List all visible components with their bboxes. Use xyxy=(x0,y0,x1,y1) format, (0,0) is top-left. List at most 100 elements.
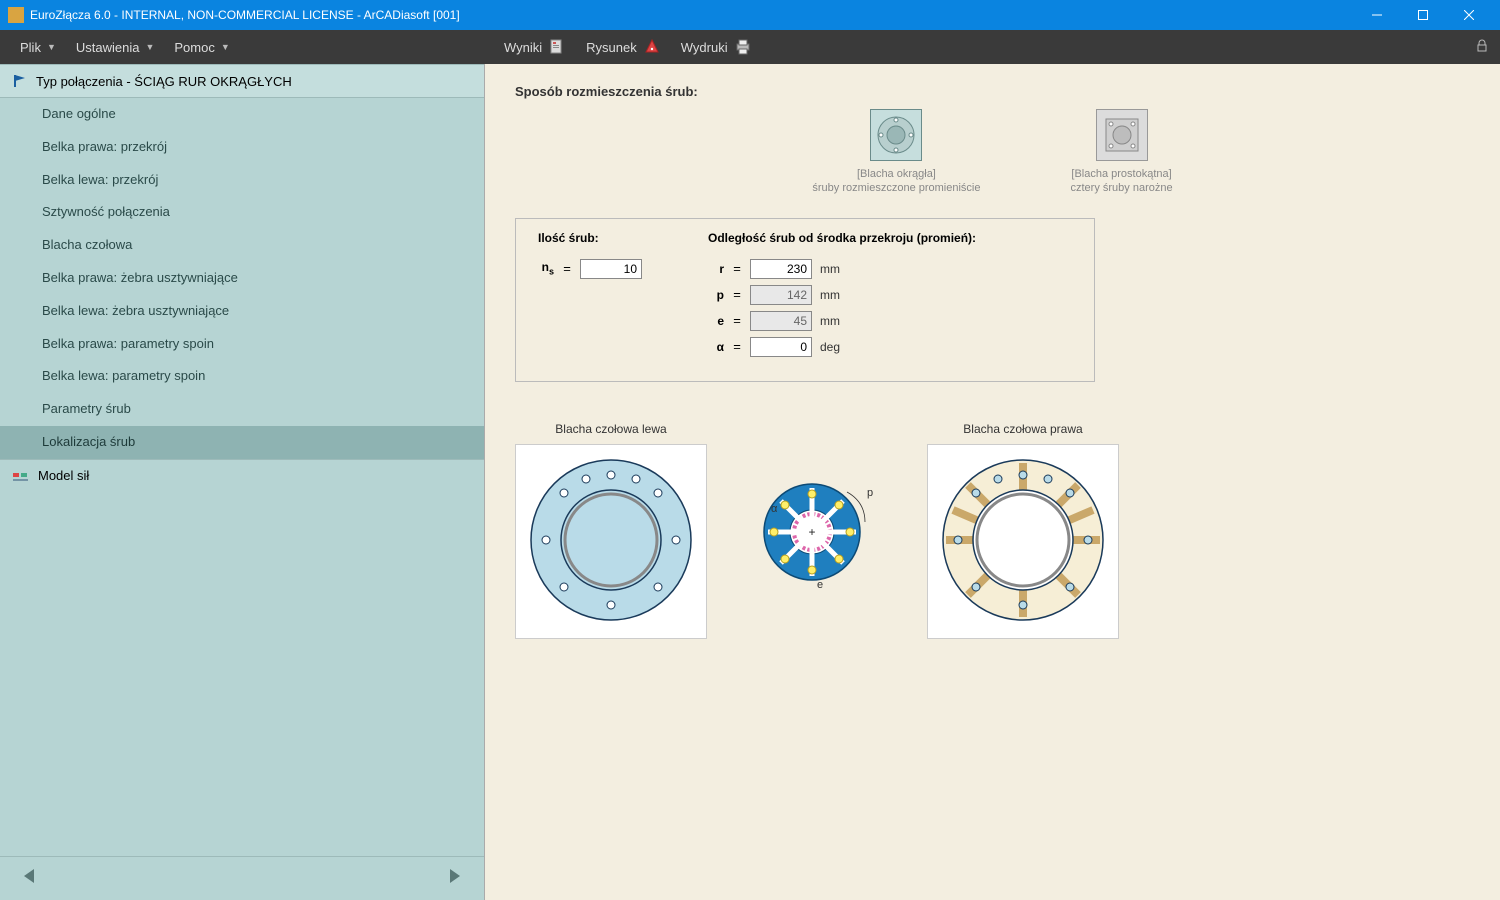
option-rectangular-thumb xyxy=(1096,109,1148,161)
equals-sign: = xyxy=(732,339,742,354)
app-icon xyxy=(8,7,24,23)
diagram-middle-box: + α p e xyxy=(747,444,887,595)
menu-pomoc[interactable]: Pomoc ▼ xyxy=(164,40,239,55)
minimize-icon xyxy=(1372,10,1382,20)
p-annotation: p xyxy=(867,487,873,499)
bolt-layout-options: [Blacha okrągła] śruby rozmieszczone pro… xyxy=(515,109,1470,196)
chevron-down-icon: ▼ xyxy=(145,42,154,52)
e-input xyxy=(750,311,812,331)
close-button[interactable] xyxy=(1446,0,1492,30)
menu-wyniki[interactable]: Wyniki xyxy=(494,38,576,56)
p-unit: mm xyxy=(820,288,850,302)
option-circular-caption-line2: śruby rozmieszczone promieniście xyxy=(812,182,980,194)
drawing-icon xyxy=(643,38,661,56)
alpha-unit: deg xyxy=(820,340,850,354)
bolt-circle-schematic-icon: + α p e xyxy=(747,462,887,592)
equals-sign: = xyxy=(732,287,742,302)
sidebar-header-label: Typ połączenia - ŚCIĄG RUR OKRĄGŁYCH xyxy=(36,74,292,89)
circular-flange-icon xyxy=(874,113,918,157)
r-unit: mm xyxy=(820,262,850,276)
sidebar-item-lokalizacja-srub[interactable]: Lokalizacja śrub xyxy=(0,426,484,459)
sidebar-item-sztywnosc[interactable]: Sztywność połączenia xyxy=(0,196,484,229)
sidebar-footer xyxy=(0,856,484,900)
p-label: p xyxy=(708,288,724,302)
sidebar-item-belka-prawa-przekroj[interactable]: Belka prawa: przekrój xyxy=(0,131,484,164)
prev-button[interactable] xyxy=(20,866,40,892)
alpha-label: α xyxy=(708,340,724,354)
sidebar-item-dane-ogolne[interactable]: Dane ogólne xyxy=(0,98,484,131)
r-input[interactable] xyxy=(750,259,812,279)
maximize-icon xyxy=(1418,10,1428,20)
equals-sign: = xyxy=(732,313,742,328)
diagram-left: Blacha czołowa lewa xyxy=(515,422,707,639)
option-rectangular-caption-line2: cztery śruby narożne xyxy=(1071,182,1173,194)
parameters-right: r = mm p = mm e = mm xyxy=(708,259,1072,363)
ns-label: ns xyxy=(538,260,554,276)
report-icon xyxy=(548,38,566,56)
option-rectangular-plate[interactable]: [Blacha prostokątna] cztery śruby narożn… xyxy=(1071,109,1173,196)
menu-rysunek-label: Rysunek xyxy=(586,40,637,55)
arrow-right-icon xyxy=(444,866,464,886)
param-alpha: α = deg xyxy=(708,337,1072,357)
diagram-left-title: Blacha czołowa lewa xyxy=(515,422,707,436)
maximize-button[interactable] xyxy=(1400,0,1446,30)
sidebar-item-parametry-srub[interactable]: Parametry śrub xyxy=(0,393,484,426)
parameters-body: ns = r = mm p = xyxy=(538,259,1072,363)
sidebar-item-belka-prawa-zebra[interactable]: Belka prawa: żebra usztywniające xyxy=(0,262,484,295)
menubar-left: Plik▼ Ustawienia▼ Pomoc ▼ xyxy=(0,40,484,55)
option-circular-plate[interactable]: [Blacha okrągła] śruby rozmieszczone pro… xyxy=(812,109,980,196)
param-ns: ns = xyxy=(538,259,708,279)
menubar: Plik▼ Ustawienia▼ Pomoc ▼ Wyniki Rysunek … xyxy=(0,30,1500,64)
chevron-down-icon: ▼ xyxy=(47,42,56,52)
sidebar-header-connection-type[interactable]: Typ połączenia - ŚCIĄG RUR OKRĄGŁYCH xyxy=(0,64,484,98)
svg-text:+: + xyxy=(808,525,815,539)
flange-right-icon xyxy=(938,455,1108,625)
r-label: r xyxy=(708,262,724,276)
menu-plik[interactable]: Plik▼ xyxy=(10,40,66,55)
next-button[interactable] xyxy=(444,866,464,892)
menu-wyniki-label: Wyniki xyxy=(504,40,542,55)
sidebar-header-model-sil[interactable]: Model sił xyxy=(0,459,484,491)
e-annotation: e xyxy=(817,579,823,591)
diagram-middle-title xyxy=(747,422,887,436)
diagram-middle: + α p e xyxy=(747,422,887,595)
header-bolt-count: Ilość śrub: xyxy=(538,231,708,245)
e-unit: mm xyxy=(820,314,850,328)
menu-wydruki-label: Wydruki xyxy=(681,40,728,55)
minimize-button[interactable] xyxy=(1354,0,1400,30)
diagram-right-box xyxy=(927,444,1119,639)
sidebar-item-belka-lewa-spoiny[interactable]: Belka lewa: parametry spoin xyxy=(0,360,484,393)
alpha-input[interactable] xyxy=(750,337,812,357)
flag-icon xyxy=(12,73,28,89)
window-controls xyxy=(1354,0,1492,30)
parameters-headers: Ilość śrub: Odległość śrub od środka prz… xyxy=(538,231,1072,245)
sidebar-item-belka-lewa-przekroj[interactable]: Belka lewa: przekrój xyxy=(0,164,484,197)
printer-icon xyxy=(734,38,752,56)
menubar-right: Wyniki Rysunek Wydruki xyxy=(484,38,1500,57)
sidebar-list: Typ połączenia - ŚCIĄG RUR OKRĄGŁYCH Dan… xyxy=(0,64,484,856)
chevron-down-icon: ▼ xyxy=(221,42,230,52)
arrow-left-icon xyxy=(20,866,40,886)
lock-icon[interactable] xyxy=(1474,38,1490,57)
menu-ustawienia[interactable]: Ustawienia▼ xyxy=(66,40,165,55)
param-e: e = mm xyxy=(708,311,1072,331)
sidebar-item-belka-prawa-spoiny[interactable]: Belka prawa: parametry spoin xyxy=(0,328,484,361)
alpha-annotation: α xyxy=(771,503,778,515)
rectangular-flange-icon xyxy=(1100,113,1144,157)
menu-wydruki[interactable]: Wydruki xyxy=(671,38,762,56)
sidebar: Typ połączenia - ŚCIĄG RUR OKRĄGŁYCH Dan… xyxy=(0,64,484,900)
option-circular-caption-line1: [Blacha okrągła] xyxy=(857,168,936,180)
sidebar-model-label: Model sił xyxy=(38,468,89,483)
sidebar-item-blacha-czolowa[interactable]: Blacha czołowa xyxy=(0,229,484,262)
forces-icon xyxy=(12,468,30,482)
menu-pomoc-label: Pomoc xyxy=(174,40,214,55)
diagram-right-title: Blacha czołowa prawa xyxy=(927,422,1119,436)
ns-input[interactable] xyxy=(580,259,642,279)
header-bolt-radius: Odległość śrub od środka przekroju (prom… xyxy=(708,231,976,245)
param-p: p = mm xyxy=(708,285,1072,305)
menu-rysunek[interactable]: Rysunek xyxy=(576,38,671,56)
option-circular-thumb xyxy=(870,109,922,161)
parameters-panel: Ilość śrub: Odległość śrub od środka prz… xyxy=(515,218,1095,382)
sidebar-item-belka-lewa-zebra[interactable]: Belka lewa: żebra usztywniające xyxy=(0,295,484,328)
option-rectangular-caption-line1: [Blacha prostokątna] xyxy=(1071,168,1171,180)
